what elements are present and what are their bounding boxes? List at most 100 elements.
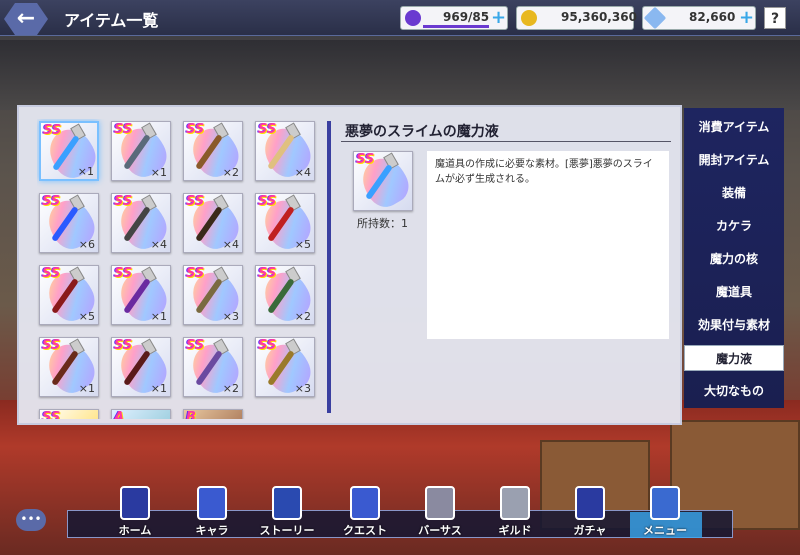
detail-item-icon: SS [353, 150, 416, 214]
book-icon [272, 486, 302, 520]
item-quantity: ×2 [222, 382, 239, 395]
gold-coin-icon [521, 10, 537, 26]
rank-badge: SS [258, 122, 277, 137]
item-slot[interactable]: SS ×3 [183, 264, 246, 328]
side-menu-item[interactable]: 魔力液 [684, 345, 784, 371]
help-button[interactable]: ? [764, 7, 786, 29]
item-slot[interactable]: SS ×1 [39, 336, 102, 400]
rank-badge: SS [42, 194, 61, 209]
rank-badge: SS [186, 194, 205, 209]
item-quantity: ×4 [222, 238, 239, 251]
nav-label: ギルド [498, 524, 532, 537]
rank-badge: SS [258, 266, 277, 281]
nav-label: キャラ [195, 524, 229, 537]
item-quantity: ×2 [222, 166, 239, 179]
item-slot-partial[interactable]: SS [39, 409, 99, 419]
item-quantity: ×6 [78, 238, 95, 251]
detail-divider [341, 141, 671, 142]
rank-badge: SS [114, 338, 133, 353]
rank-badge: SS [114, 122, 133, 137]
owned-count: 所持数：1 [357, 217, 408, 230]
crystal-value: 82,660 [689, 10, 736, 24]
item-quantity: ×3 [294, 382, 311, 395]
page-title: アイテム一覧 [64, 11, 159, 30]
top-bar: ← アイテム一覧 969/85 + 95,360,360 82,660 + ? [0, 0, 800, 36]
quest-icon [350, 486, 380, 520]
crystal-counter: 82,660 + [642, 6, 756, 30]
nav-item[interactable]: ガチャ [555, 486, 625, 538]
nav-item[interactable]: キャラ [177, 486, 247, 538]
home-tower-icon [120, 486, 150, 520]
item-slot[interactable]: SS ×4 [111, 192, 174, 256]
gold-value: 95,360,360 [561, 10, 637, 24]
rank-badge: SS [186, 338, 205, 353]
side-menu-item[interactable]: 大切なもの [684, 378, 784, 404]
gold-counter: 95,360,360 [516, 6, 637, 30]
nav-label: ストーリー [259, 524, 315, 537]
crystal-icon [643, 6, 667, 30]
stamina-bar [423, 25, 489, 28]
stamina-icon [405, 10, 421, 26]
grid-scrollbar[interactable] [327, 121, 331, 413]
detail-title: 悪夢のスライムの魔力液 [345, 124, 499, 140]
chat-bubble-icon: ••• [20, 512, 42, 526]
item-slot[interactable]: SS ×4 [255, 120, 318, 184]
rank-badge: SS [42, 266, 61, 281]
side-menu-item[interactable]: 装備 [684, 180, 784, 206]
nav-item[interactable]: メニュー [630, 486, 702, 538]
stamina-value: 969/85 [443, 10, 490, 24]
rank-badge: B [186, 410, 196, 419]
item-slot-partial[interactable]: B [183, 409, 243, 419]
item-slot[interactable]: SS ×3 [255, 336, 318, 400]
nav-label: クエスト [343, 524, 387, 537]
character-icon [197, 486, 227, 520]
item-slot[interactable]: SS ×5 [39, 264, 102, 328]
item-slot[interactable]: SS ×2 [183, 336, 246, 400]
rank-badge: A [114, 410, 125, 419]
item-slot-partial[interactable]: A [111, 409, 171, 419]
item-slot[interactable]: SS ×4 [183, 192, 246, 256]
item-quantity: ×4 [150, 238, 167, 251]
rank-badge: SS [114, 194, 133, 209]
side-menu-item[interactable]: 消費アイテム [684, 114, 784, 140]
item-grid: SS ×1 SS ×1 SS ×2 SS ×4 SS ×6 SS ×4 SS ×4 SS ×5 SS ×5 SS ×1… [37, 119, 327, 419]
chat-button[interactable]: ••• [16, 509, 46, 531]
stamina-plus-button[interactable]: + [491, 9, 506, 27]
back-button[interactable]: ← [4, 3, 48, 35]
item-quantity: ×4 [294, 166, 311, 179]
gacha-icon [575, 486, 605, 520]
category-menu: 消費アイテム 開封アイテム 装備カケラ魔力の核魔道具効果付与素材 魔力液大切なもの [684, 108, 784, 408]
side-menu-item[interactable]: 魔道具 [684, 279, 784, 305]
item-quantity: ×5 [294, 238, 311, 251]
nav-label: メニュー [643, 524, 687, 537]
description-box: 魔道具の作成に必要な素材。[悪夢]悪夢のスライムが必ず生成される。 [427, 151, 669, 339]
item-slot[interactable]: SS ×2 [255, 264, 318, 328]
description-text: 魔道具の作成に必要な素材。[悪夢]悪夢のスライムが必ず生成される。 [435, 159, 653, 185]
item-slot[interactable]: SS ×5 [255, 192, 318, 256]
rank-badge: SS [258, 338, 277, 353]
side-menu-item[interactable]: 開封アイテム [684, 147, 784, 173]
item-slot[interactable]: SS ×1 [39, 121, 103, 185]
side-menu-item[interactable]: カケラ [684, 213, 784, 239]
nav-label: ホーム [118, 524, 152, 537]
rank-badge: SS [43, 123, 62, 138]
item-slot[interactable]: SS ×2 [183, 120, 246, 184]
item-slot[interactable]: SS ×1 [111, 120, 174, 184]
side-menu-item[interactable]: 効果付与素材 [684, 312, 784, 338]
nav-item[interactable]: クエスト [330, 486, 400, 538]
item-quantity: ×1 [77, 165, 94, 178]
side-menu-item[interactable]: 魔力の核 [684, 246, 784, 272]
nav-item[interactable]: ホーム [100, 486, 170, 538]
item-slot[interactable]: SS ×6 [39, 192, 102, 256]
rank-badge: SS [42, 410, 61, 419]
rank-badge: SS [356, 152, 375, 167]
nav-item[interactable]: ストーリー [252, 486, 322, 538]
item-panel: SS ×1 SS ×1 SS ×2 SS ×4 SS ×6 SS ×4 SS ×4 SS ×5 SS ×5 SS ×1… [17, 105, 682, 425]
nav-item[interactable]: ギルド [480, 486, 550, 538]
crystal-plus-button[interactable]: + [739, 9, 754, 27]
back-arrow-icon: ← [16, 6, 36, 31]
item-quantity: ×5 [78, 310, 95, 323]
item-slot[interactable]: SS ×1 [111, 336, 174, 400]
item-slot[interactable]: SS ×1 [111, 264, 174, 328]
nav-item[interactable]: バーサス [405, 486, 475, 538]
